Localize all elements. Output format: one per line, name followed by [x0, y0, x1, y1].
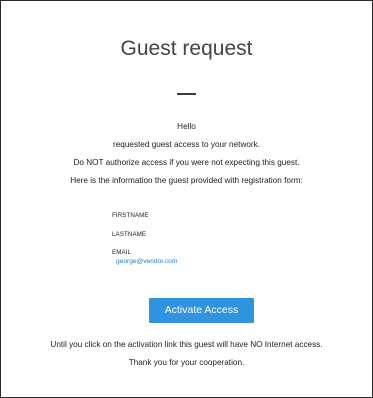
firstname-label: FIRSTNAME [112, 212, 149, 219]
warning-text: Do NOT authorize access if you were not … [73, 158, 300, 167]
email-value-link[interactable]: george@vendor.com [116, 258, 177, 265]
page-title: Guest request [120, 37, 253, 60]
lastname-label: LASTNAME [112, 231, 147, 238]
info-intro-text: Here is the information the guest provid… [70, 176, 303, 185]
request-text: requested guest access to your network. [113, 140, 260, 149]
title-divider [177, 93, 196, 95]
footer-thanks-text: Thank you for your cooperation. [128, 358, 245, 367]
email-card: Guest request Hello requested guest acce… [0, 0, 373, 398]
footer-notice-text: Until you click on the activation link t… [50, 340, 323, 349]
greeting-text: Hello [177, 122, 196, 131]
email-label: EMAIL [112, 249, 132, 256]
activate-access-button[interactable]: Activate Access [149, 298, 254, 323]
